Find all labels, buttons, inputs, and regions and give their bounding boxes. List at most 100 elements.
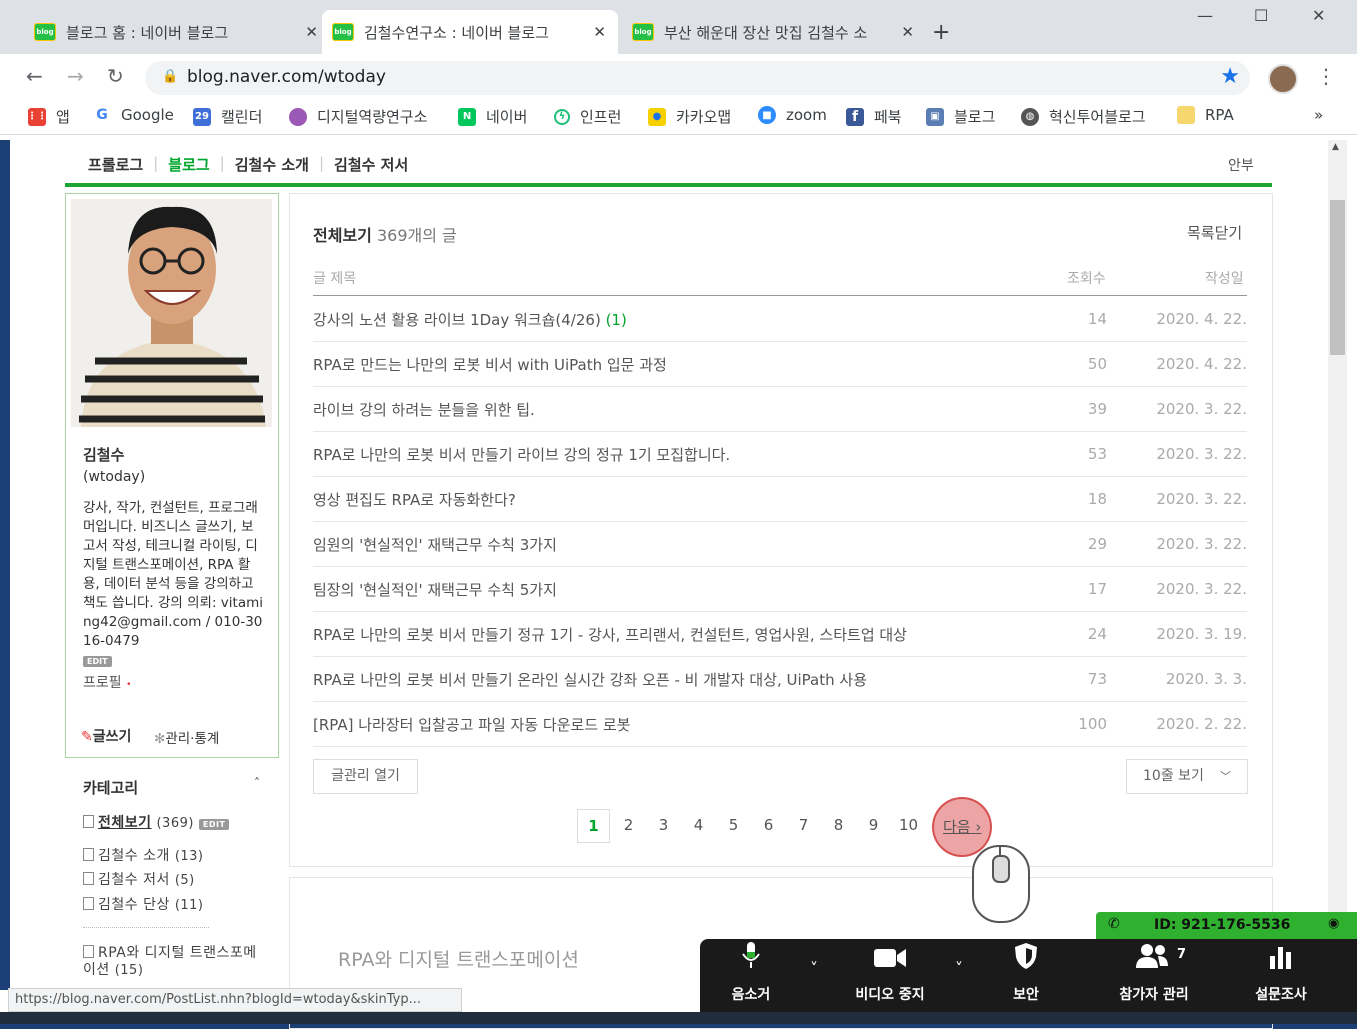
post-views: 100	[1078, 715, 1107, 733]
close-list-button[interactable]: 목록닫기	[1187, 222, 1242, 243]
stop-video-button[interactable]: 비디오 중지	[850, 940, 930, 1004]
post-row[interactable]: RPA로 만드는 나만의 로봇 비서 with UiPath 입문 과정 50 …	[313, 341, 1247, 387]
post-row[interactable]: RPA로 나만의 로봇 비서 만들기 정규 1기 - 강사, 프리랜서, 컨설턴…	[313, 611, 1247, 657]
forward-button[interactable]: →	[67, 64, 84, 88]
post-title[interactable]: 임원의 '현실적인' 재택근무 수칙 3가지	[313, 534, 557, 555]
profile-link[interactable]: 프로필 •	[83, 672, 131, 692]
post-title[interactable]: RPA로 나만의 로봇 비서 만들기 온라인 실시간 강좌 오픈 - 비 개발자…	[313, 669, 867, 690]
edit-badge[interactable]: EDIT	[83, 656, 112, 667]
window-close-button[interactable]: ✕	[1312, 6, 1325, 25]
category-thoughts[interactable]: 김철수 단상 (11)	[83, 894, 204, 914]
video-options-caret-icon[interactable]: ˅	[955, 959, 963, 978]
category-all[interactable]: 전체보기 (369) EDIT	[83, 812, 230, 832]
bookmark-google[interactable]: G Google	[93, 106, 174, 124]
maximize-button[interactable]: ☐	[1254, 6, 1268, 25]
write-button[interactable]: ✎글쓰기	[81, 726, 131, 746]
bookmark-kakaomap[interactable]: ● 카카오맵	[648, 106, 731, 127]
page-6[interactable]: 6	[756, 809, 781, 841]
reload-button[interactable]: ↻	[107, 64, 124, 88]
post-title[interactable]: RPA로 나만의 로봇 비서 만들기 라이브 강의 정규 1기 모집합니다.	[313, 444, 730, 465]
post-row[interactable]: RPA로 나만의 로봇 비서 만들기 라이브 강의 정규 1기 모집합니다. 5…	[313, 431, 1247, 477]
bookmark-calendar[interactable]: 29 캘린더	[193, 106, 262, 127]
minimize-button[interactable]: —	[1197, 6, 1213, 25]
url-text[interactable]: blog.naver.com/wtoday	[187, 67, 386, 87]
windows-taskbar	[0, 1012, 1357, 1024]
post-row[interactable]: RPA로 나만의 로봇 비서 만들기 온라인 실시간 강좌 오픈 - 비 개발자…	[313, 656, 1247, 702]
post-title[interactable]: [RPA] 나라장터 입찰공고 파일 자동 다운로드 로봇	[313, 714, 630, 735]
close-icon[interactable]: ✕	[305, 23, 318, 41]
bookmark-zoom[interactable]: ■ zoom	[758, 106, 827, 124]
menu-icon[interactable]: ⋮	[1316, 64, 1336, 88]
security-button[interactable]: 보안	[1000, 940, 1052, 1004]
post-title[interactable]: 강사의 노션 활용 라이브 1Day 워크숍(4/26) (1)	[313, 309, 627, 330]
post-title[interactable]: RPA로 만드는 나만의 로봇 비서 with UiPath 입문 과정	[313, 354, 667, 375]
post-row[interactable]: [RPA] 나라장터 입찰공고 파일 자동 다운로드 로봇 100 2020. …	[313, 701, 1247, 747]
page-1[interactable]: 1	[577, 809, 610, 843]
category-rpa[interactable]: RPA와 디지털 트랜스포메이션 (15)	[83, 945, 263, 979]
menu-books[interactable]: 김철수 저서	[324, 154, 418, 175]
address-bar[interactable]: 🔒 blog.naver.com/wtoday ★	[145, 61, 1250, 95]
post-row[interactable]: 라이브 강의 하려는 분들을 위한 팁. 39 2020. 3. 22.	[313, 386, 1247, 432]
menu-guestbook[interactable]: 안부	[1228, 155, 1254, 175]
page-5[interactable]: 5	[721, 809, 746, 841]
page-3[interactable]: 3	[651, 809, 676, 841]
scroll-up-icon[interactable]: ▲	[1332, 142, 1339, 152]
back-button[interactable]: ←	[26, 64, 43, 88]
bookmark-digital-lab[interactable]: 디지털역량연구소	[289, 106, 427, 127]
pencil-icon: ✎	[81, 729, 93, 745]
document-icon	[83, 897, 94, 910]
close-icon[interactable]: ✕	[901, 23, 914, 41]
zoom-meeting-id-bar[interactable]: ✆ ID: 921-176-5536 ◉	[1096, 912, 1357, 939]
post-title[interactable]: 팀장의 '현실적인' 재택근무 수칙 5가지	[313, 579, 557, 600]
bookmark-apps[interactable]: ⋮⋮ 앱	[27, 106, 70, 127]
category-about[interactable]: 김철수 소개 (13)	[83, 845, 204, 865]
post-title[interactable]: 영상 편집도 RPA로 자동화한다?	[313, 489, 516, 510]
bookmarks-more-button[interactable]: »	[1314, 106, 1323, 124]
post-title[interactable]: RPA로 나만의 로봇 비서 만들기 정규 1기 - 강사, 프리랜서, 컨설턴…	[313, 624, 907, 645]
bookmark-facebook[interactable]: f 페북	[846, 106, 902, 127]
page-4[interactable]: 4	[686, 809, 711, 841]
category-books[interactable]: 김철수 저서 (5)	[83, 869, 195, 889]
bookmark-blog[interactable]: ▣ 블로그	[926, 106, 995, 127]
tab-busan-restaurant[interactable]: blog 부산 해운대 장산 맛집 김철수 소 ✕	[622, 10, 928, 54]
post-title[interactable]: 라이브 강의 하려는 분들을 위한 팁.	[313, 399, 535, 420]
page-8[interactable]: 8	[826, 809, 851, 841]
profile-photo[interactable]	[71, 199, 272, 427]
profile-id: (wtoday)	[83, 469, 146, 485]
rows-per-page-select[interactable]: 10줄 보기 ﹀	[1126, 759, 1248, 794]
new-tab-button[interactable]: +	[932, 20, 950, 45]
document-icon	[83, 815, 94, 828]
post-row[interactable]: 영상 편집도 RPA로 자동화한다? 18 2020. 3. 22.	[313, 476, 1247, 522]
post-row[interactable]: 임원의 '현실적인' 재택근무 수칙 3가지 29 2020. 3. 22.	[313, 521, 1247, 567]
edit-badge[interactable]: EDIT	[198, 819, 230, 830]
bookmark-star-icon[interactable]: ★	[1220, 64, 1240, 89]
post-row[interactable]: 강사의 노션 활용 라이브 1Day 워크숍(4/26) (1) 14 2020…	[313, 296, 1247, 342]
tab-blog-home[interactable]: blog 블로그 홈 : 네이버 블로그 ✕	[24, 10, 330, 54]
menu-about[interactable]: 김철수 소개	[225, 154, 319, 175]
poll-button[interactable]: 설문조사	[1245, 940, 1317, 1004]
blog-top-menu: 프롤로그 | 블로그 | 김철수 소개 | 김철수 저서	[88, 154, 418, 175]
bookmark-innovation-tour[interactable]: ◍ 혁신투어블로그	[1021, 106, 1146, 127]
page-scrollbar[interactable]: ▲	[1328, 140, 1347, 990]
page-2[interactable]: 2	[616, 809, 641, 841]
page-7[interactable]: 7	[791, 809, 816, 841]
menu-blog[interactable]: 블로그	[158, 154, 219, 175]
close-icon[interactable]: ✕	[593, 23, 606, 41]
tab-kimcheolsu-lab[interactable]: blog 김철수연구소 : 네이버 블로그 ✕	[322, 10, 618, 54]
post-row[interactable]: 팀장의 '현실적인' 재택근무 수칙 5가지 17 2020. 3. 22.	[313, 566, 1247, 612]
next-page-button[interactable]: 다음 ›	[943, 816, 981, 837]
page-10[interactable]: 10	[896, 809, 921, 841]
bookmark-inflearn[interactable]: ϟ 인프런	[554, 106, 621, 127]
bookmark-naver[interactable]: N 네이버	[458, 106, 527, 127]
mute-button[interactable]: 음소거	[720, 940, 782, 1004]
collapse-caret-icon[interactable]: ˄	[254, 776, 260, 790]
audio-options-caret-icon[interactable]: ˅	[810, 959, 818, 978]
manage-stats-link[interactable]: ✻관리·통계	[154, 727, 219, 747]
comment-count[interactable]: (1)	[606, 311, 627, 329]
profile-avatar[interactable]	[1268, 64, 1298, 94]
page-9[interactable]: 9	[861, 809, 886, 841]
menu-prologue[interactable]: 프롤로그	[88, 154, 153, 175]
manage-posts-button[interactable]: 글관리 열기	[313, 759, 418, 794]
bookmark-rpa-folder[interactable]: RPA	[1177, 106, 1234, 124]
scrollbar-thumb[interactable]	[1330, 200, 1345, 355]
